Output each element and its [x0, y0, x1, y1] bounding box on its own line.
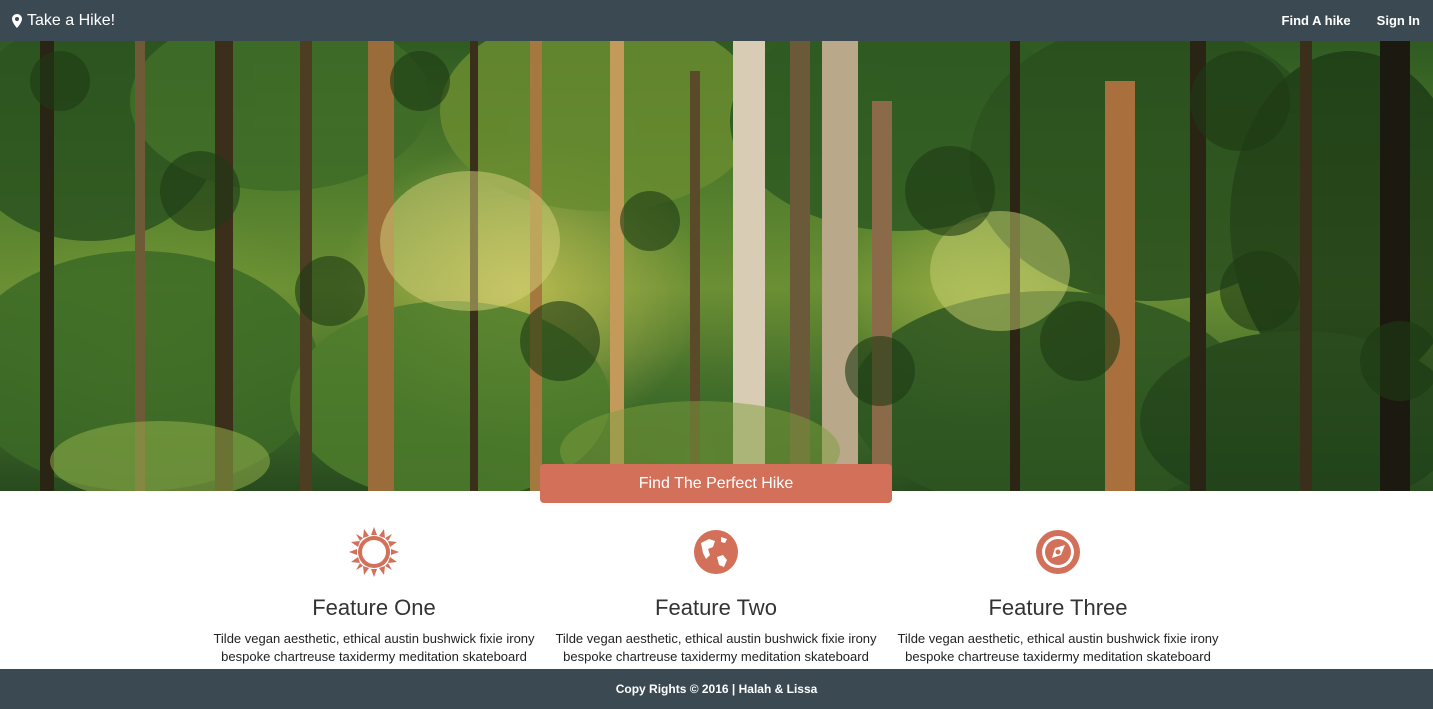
find-perfect-hike-button[interactable]: Find The Perfect Hike [540, 464, 892, 503]
globe-icon [694, 530, 738, 574]
brand-link[interactable]: Take a Hike! [12, 12, 115, 30]
navbar: Take a Hike! Find A hike Sign In [0, 0, 1433, 41]
feature-two-text: Tilde vegan aesthetic, ethical austin bu… [555, 631, 877, 664]
forest-illustration [0, 41, 1433, 491]
brand-title: Take a Hike! [27, 11, 116, 29]
feature-two-title: Feature Two [655, 595, 777, 620]
nav-links: Find A hike Sign In [1256, 13, 1420, 28]
features-section: Feature One Tilde vegan aesthetic, ethic… [0, 491, 1433, 669]
compass-icon [1036, 530, 1080, 574]
feature-one-text: Tilde vegan aesthetic, ethical austin bu… [213, 631, 535, 664]
footer-copyright: Copy Rights © 2016 | Halah & Lissa [615, 682, 818, 696]
nav-find-hike-link[interactable]: Find A hike [1282, 13, 1351, 28]
map-marker-icon [12, 13, 22, 28]
feature-one-title: Feature One [312, 595, 436, 620]
hero-forest-image [0, 41, 1433, 491]
feature-three-title: Feature Three [988, 595, 1128, 620]
nav-sign-in-link[interactable]: Sign In [1377, 13, 1420, 28]
feature-three-text: Tilde vegan aesthetic, ethical austin bu… [897, 631, 1219, 664]
footer: Copy Rights © 2016 | Halah & Lissa [0, 669, 1433, 709]
sun-icon [349, 527, 399, 577]
